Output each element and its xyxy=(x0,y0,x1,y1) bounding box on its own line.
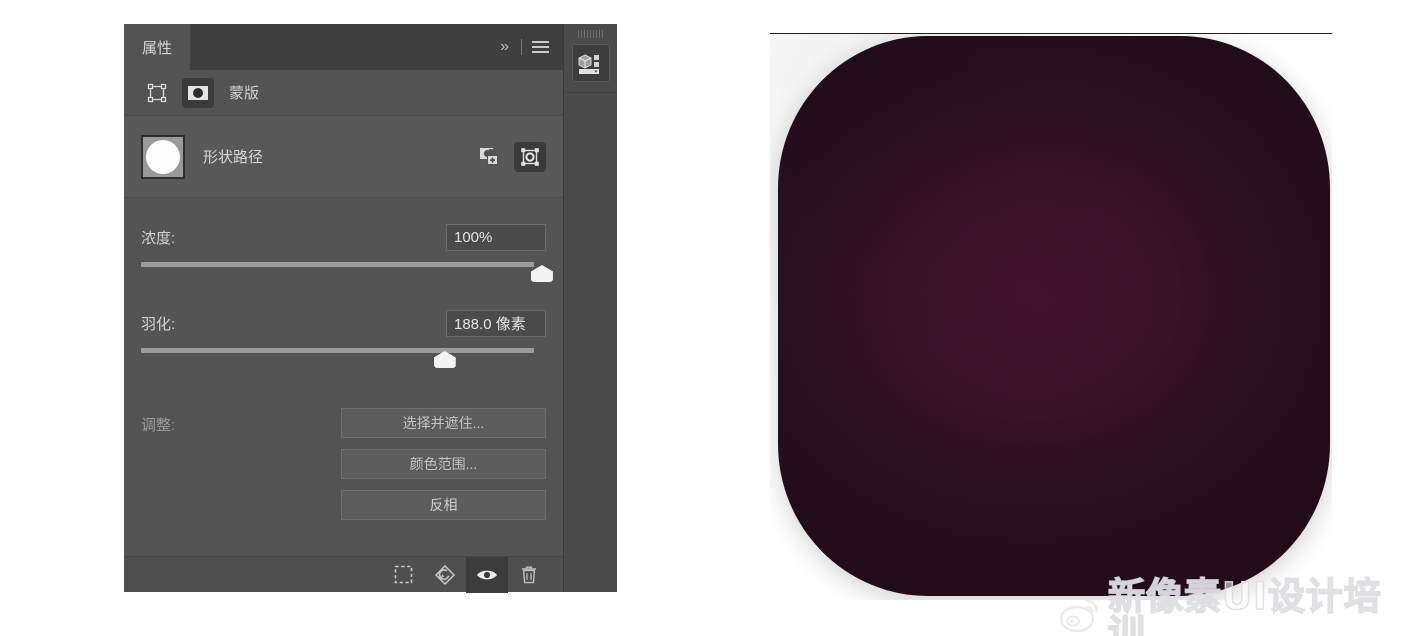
feather-row: 羽化: 188.0 像素 xyxy=(141,310,546,337)
3d-panel-icon[interactable] xyxy=(571,44,610,82)
mask-thumbnail[interactable] xyxy=(141,134,185,179)
chevron-double-right-icon[interactable]: » xyxy=(496,38,511,56)
feather-slider[interactable] xyxy=(141,346,546,376)
vector-mask-icon[interactable] xyxy=(141,78,173,108)
select-path-icon[interactable] xyxy=(514,141,546,172)
rounded-square-app-icon xyxy=(778,36,1330,596)
layer-name-label: 形状路径 xyxy=(203,149,264,166)
select-and-mask-button[interactable]: 选择并遮住... xyxy=(341,408,546,438)
density-slider-track xyxy=(141,262,534,267)
density-slider[interactable] xyxy=(141,260,553,290)
mask-thumbnail-row: 形状路径 xyxy=(124,116,563,198)
divider xyxy=(521,39,522,55)
toggle-mask-visibility-icon[interactable] xyxy=(466,556,508,593)
mask-thumbnail-circle xyxy=(146,139,180,174)
properties-panel: 属性 » 蒙版 形状路径 浓度: 100% 羽化: 188.0 像素 调整: 选… xyxy=(124,24,563,593)
mask-type-row: 蒙版 xyxy=(124,70,563,116)
mask-type-label: 蒙版 xyxy=(229,85,260,102)
delete-mask-icon[interactable] xyxy=(508,557,550,593)
invert-button[interactable]: 反相 xyxy=(341,490,546,520)
color-range-button[interactable]: 颜色范围... xyxy=(341,449,546,479)
tab-properties-label: 属性 xyxy=(142,39,173,57)
density-row: 浓度: 100% xyxy=(141,224,546,251)
feather-control-group: 羽化: 188.0 像素 xyxy=(124,310,563,376)
weibo-logo-icon xyxy=(1060,599,1098,633)
hamburger-menu-icon[interactable] xyxy=(532,41,549,53)
pixel-mask-icon[interactable] xyxy=(182,77,214,108)
density-control-group: 浓度: 100% xyxy=(124,224,563,290)
mask-thumbnail-actions xyxy=(474,141,546,172)
density-label: 浓度: xyxy=(141,230,176,247)
drag-grip-icon[interactable] xyxy=(577,30,604,38)
feather-label: 羽化: xyxy=(141,316,176,333)
screenshot-root: 属性 » 蒙版 形状路径 浓度: 100% 羽化: 188.0 像素 调整: 选… xyxy=(0,0,1414,636)
add-mask-icon[interactable] xyxy=(474,142,506,172)
tab-properties[interactable]: 属性 xyxy=(124,24,192,70)
adjust-label: 调整: xyxy=(141,417,176,434)
adjust-section: 调整: 选择并遮住... 颜色范围... 反相 xyxy=(124,408,563,520)
panel-tab-actions: » xyxy=(496,24,563,70)
feather-input[interactable]: 188.0 像素 xyxy=(446,310,546,337)
adjust-buttons: 选择并遮住... 颜色范围... 反相 xyxy=(341,408,546,520)
tab-bar-spacer xyxy=(191,24,496,70)
apply-mask-icon[interactable] xyxy=(424,557,466,593)
panel-tab-bar: 属性 » xyxy=(124,24,563,70)
feather-slider-track xyxy=(141,348,534,353)
panel-body: 浓度: 100% 羽化: 188.0 像素 调整: 选择并遮住... 颜色范围.… xyxy=(124,198,563,520)
load-selection-icon[interactable] xyxy=(382,557,424,593)
dock-divider xyxy=(564,92,617,93)
density-input[interactable]: 100% xyxy=(446,224,546,251)
document-canvas[interactable] xyxy=(770,33,1332,600)
collapsed-panel-dock xyxy=(563,24,617,592)
panel-footer xyxy=(124,556,563,593)
